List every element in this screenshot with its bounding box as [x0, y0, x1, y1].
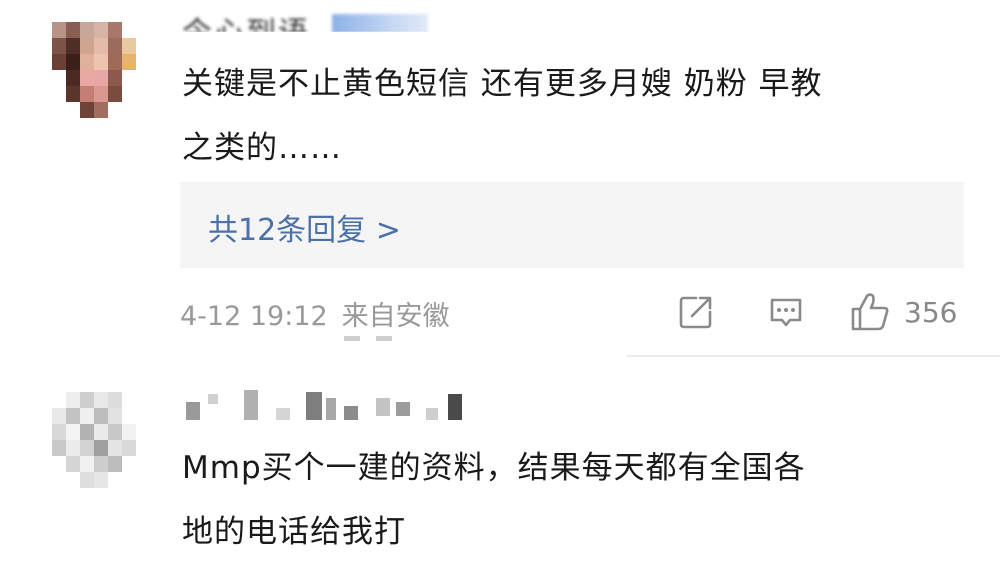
share-icon [679, 296, 712, 329]
username-text: 今心到语 [182, 16, 310, 42]
comment-meta: 4-12 19:12 来自安徽 [180, 294, 450, 333]
thumbs-up-icon [851, 293, 889, 331]
avatar[interactable] [52, 392, 136, 488]
username-redacted[interactable] [186, 388, 486, 422]
view-replies-link[interactable]: 共12条回复 > [208, 205, 401, 249]
comment-date: 4-12 19:12 [180, 301, 328, 332]
username[interactable]: 今心到语 [182, 8, 432, 42]
avatar[interactable] [52, 22, 136, 118]
comment-text-line: Mmp买个一建的资料，结果每天都有全国各 [182, 450, 806, 486]
comment-text-line: 关键是不止黄色短信 还有更多月嫂 奶粉 早教 [182, 66, 823, 102]
comment-icon [770, 298, 802, 327]
comment-text-line: 地的电话给我打 [182, 514, 406, 550]
like-button[interactable]: 356 [848, 290, 957, 334]
comment-source: 来自安徽 [341, 301, 450, 332]
comment-text: Mmp买个一建的资料，结果每天都有全国各 地的电话给我打 [182, 436, 972, 564]
replies-box[interactable]: 共12条回复 > [180, 182, 964, 268]
divider [626, 355, 1000, 357]
share-button[interactable] [676, 290, 716, 334]
comment-text: 关键是不止黄色短信 还有更多月嫂 奶粉 早教 之类的…… [182, 52, 972, 180]
comment-text-line: 之类的…… [182, 130, 342, 166]
like-count: 356 [904, 295, 958, 329]
comment-button[interactable] [766, 290, 806, 334]
redacted-text [344, 336, 394, 342]
user-badge [332, 14, 428, 32]
